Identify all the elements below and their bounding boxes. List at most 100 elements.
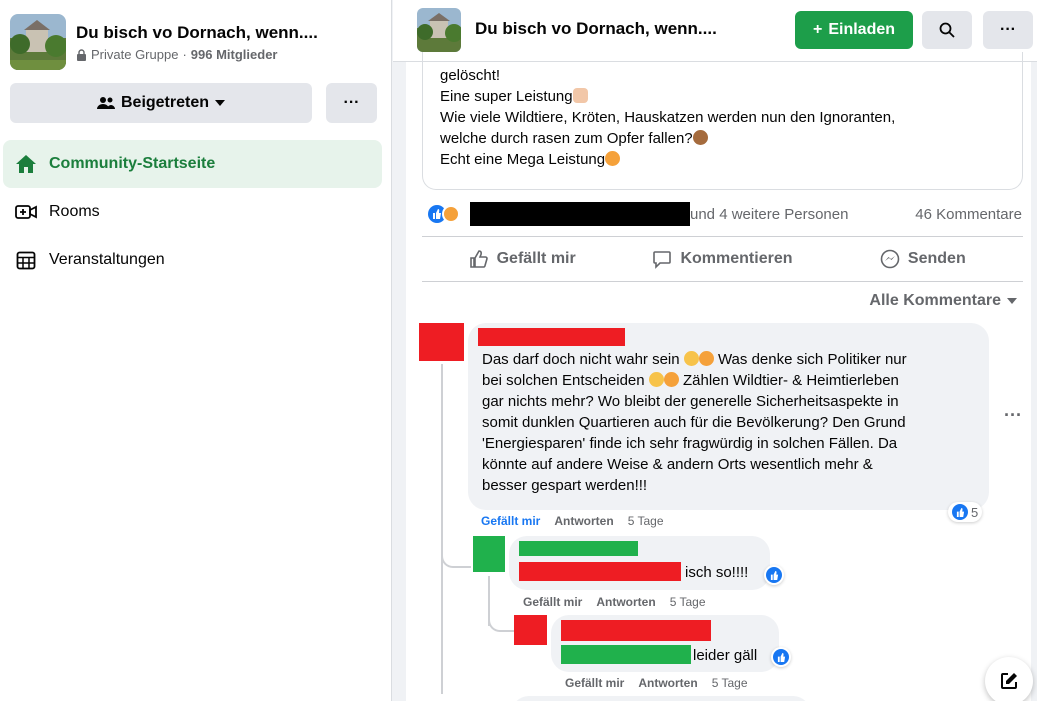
- group-members-icon: [96, 97, 115, 109]
- comment-sort-dropdown[interactable]: Alle Kommentare: [869, 292, 1017, 310]
- angry-emoji-icon: [605, 151, 621, 166]
- comment-like-button[interactable]: Gefällt mir: [565, 676, 624, 690]
- comment-reply-button[interactable]: Antworten: [638, 676, 697, 690]
- redacted-author-name[interactable]: [519, 541, 638, 556]
- comment-line: Zählen Wildtier- & Heimtierleben: [682, 372, 899, 389]
- send-button[interactable]: Senden: [823, 237, 1023, 281]
- thumbs-up-icon: [469, 250, 488, 268]
- comment-line: bei solchen Entscheiden: [482, 372, 645, 389]
- video-plus-icon: [11, 204, 41, 220]
- post-line: gelöscht!: [440, 67, 501, 84]
- lock-icon: [77, 48, 86, 61]
- sidebar-item-label: Veranstaltungen: [49, 251, 165, 268]
- avatar[interactable]: [473, 536, 505, 572]
- group-cover-thumb[interactable]: [417, 8, 461, 52]
- comment-reply-button[interactable]: Antworten: [596, 595, 655, 609]
- avatar[interactable]: [419, 323, 464, 361]
- redacted-text: [561, 645, 691, 664]
- group-sidebar: Du bisch vo Dornach, wenn.... Private Gr…: [0, 0, 392, 701]
- comment-reaction-count[interactable]: 5: [948, 502, 983, 522]
- comment-line: könnte auf andere Weise & andern Orts we…: [482, 456, 873, 473]
- comment-options-button[interactable]: ···: [1004, 405, 1022, 426]
- sort-label: Alle Kommentare: [869, 292, 1001, 309]
- sad-emoji-icon: [683, 351, 699, 366]
- group-member-count: 996 Mitglieder: [190, 47, 278, 62]
- thumbs-up-emoji-icon: [572, 88, 588, 103]
- comment-timestamp[interactable]: 5 Tage: [670, 595, 706, 609]
- topbar-more-button[interactable]: ···: [983, 11, 1033, 49]
- post-line: Wie viele Wildtiere, Kröten, Hauskatzen …: [440, 109, 896, 126]
- like-reaction-icon: [773, 649, 789, 665]
- comment-timestamp[interactable]: 5 Tage: [712, 676, 748, 690]
- post-line: Echt eine Mega Leistung: [440, 151, 606, 168]
- sidebar-item-rooms[interactable]: Rooms: [3, 188, 382, 236]
- redacted-author-name[interactable]: [478, 328, 625, 346]
- angry-reaction-icon[interactable]: [442, 205, 460, 223]
- topbar-group-name[interactable]: Du bisch vo Dornach, wenn....: [475, 19, 717, 39]
- angry-emoji-icon: [698, 351, 714, 366]
- avatar[interactable]: [514, 615, 547, 645]
- reaction-count: 5: [971, 504, 979, 520]
- like-reaction-icon: [952, 504, 968, 520]
- comment-reply-button[interactable]: Antworten: [554, 514, 613, 528]
- group-header[interactable]: Du bisch vo Dornach, wenn.... Private Gr…: [10, 14, 318, 70]
- sidebar-item-label: Rooms: [49, 203, 100, 220]
- comment-line: somit dunklen Quartieren auch für die Be…: [482, 414, 906, 431]
- invite-label: Einladen: [828, 21, 896, 38]
- group-privacy: Private Gruppe: [91, 47, 179, 62]
- search-icon: [939, 22, 955, 38]
- thread-connector: [441, 548, 471, 568]
- post-line: Eine super Leistung: [440, 88, 573, 105]
- group-name[interactable]: Du bisch vo Dornach, wenn....: [76, 22, 318, 44]
- redacted-author-name[interactable]: [561, 620, 711, 641]
- like-button[interactable]: Gefällt mir: [422, 237, 622, 281]
- see-no-evil-emoji-icon: [692, 130, 708, 145]
- sidebar-item-events[interactable]: Veranstaltungen: [3, 236, 382, 284]
- sad-emoji-icon: [648, 372, 664, 387]
- send-label: Senden: [907, 250, 966, 267]
- home-icon: [11, 154, 41, 174]
- comment-timestamp[interactable]: 5 Tage: [628, 514, 664, 528]
- caret-down-icon: [215, 100, 226, 106]
- next-comment-bubble: [511, 696, 811, 701]
- comment-like-button[interactable]: Gefällt mir: [481, 514, 540, 528]
- comment-meta: Gefällt mir Antworten 5 Tage: [565, 676, 748, 690]
- joined-label: Beigetreten: [120, 94, 210, 111]
- redacted-text: [519, 562, 681, 581]
- redacted-names: [470, 202, 690, 226]
- caret-down-icon: [1007, 298, 1017, 304]
- group-info: Private Gruppe · 996 Mitglieder: [76, 47, 318, 62]
- post-card: gelöscht! Eine super Leistung Wie viele …: [406, 52, 1031, 701]
- sidebar-item-community-home[interactable]: Community-Startseite: [3, 140, 382, 188]
- like-label: Gefällt mir: [496, 250, 576, 267]
- joined-button[interactable]: Beigetreten: [10, 83, 312, 123]
- search-button[interactable]: [922, 11, 972, 49]
- comment-reaction[interactable]: [771, 647, 791, 667]
- post-reactions-row: und 4 weitere Personen 46 Kommentare: [428, 202, 1022, 226]
- messenger-icon: [880, 249, 900, 269]
- like-reaction-icon: [766, 567, 782, 583]
- comment-line: gar nichts mehr? Wo bleibt der generelle…: [482, 393, 899, 410]
- group-more-button[interactable]: ···: [326, 83, 377, 123]
- comment-icon: [653, 251, 672, 269]
- post-line: welche durch rasen zum Opfer fallen?: [440, 130, 693, 147]
- plus-icon: +: [812, 21, 823, 38]
- group-cover-image[interactable]: [10, 14, 66, 70]
- comment-body: Das darf doch nicht wahr sein Was denke …: [482, 349, 982, 496]
- comment-line: Was denke sich Politiker nur: [717, 351, 907, 368]
- sidebar-item-label: Community-Startseite: [49, 155, 216, 172]
- new-message-button[interactable]: [985, 657, 1033, 701]
- reaction-others-text[interactable]: und 4 weitere Personen: [690, 206, 848, 223]
- comment-meta: Gefällt mir Antworten 5 Tage: [481, 514, 664, 528]
- thread-connector: [488, 614, 514, 632]
- comment-body: leider gäll: [693, 647, 758, 664]
- angry-emoji-icon: [663, 372, 679, 387]
- comment-meta: Gefällt mir Antworten 5 Tage: [523, 595, 706, 609]
- comment-line: besser gespart werden!!!: [482, 477, 648, 494]
- comment-button[interactable]: Kommentieren: [622, 237, 822, 281]
- comment-label: Kommentieren: [680, 250, 793, 267]
- invite-button[interactable]: + Einladen: [795, 11, 913, 49]
- comment-like-button[interactable]: Gefällt mir: [523, 595, 582, 609]
- comments-count[interactable]: 46 Kommentare: [915, 206, 1022, 223]
- comment-reaction[interactable]: [764, 565, 784, 585]
